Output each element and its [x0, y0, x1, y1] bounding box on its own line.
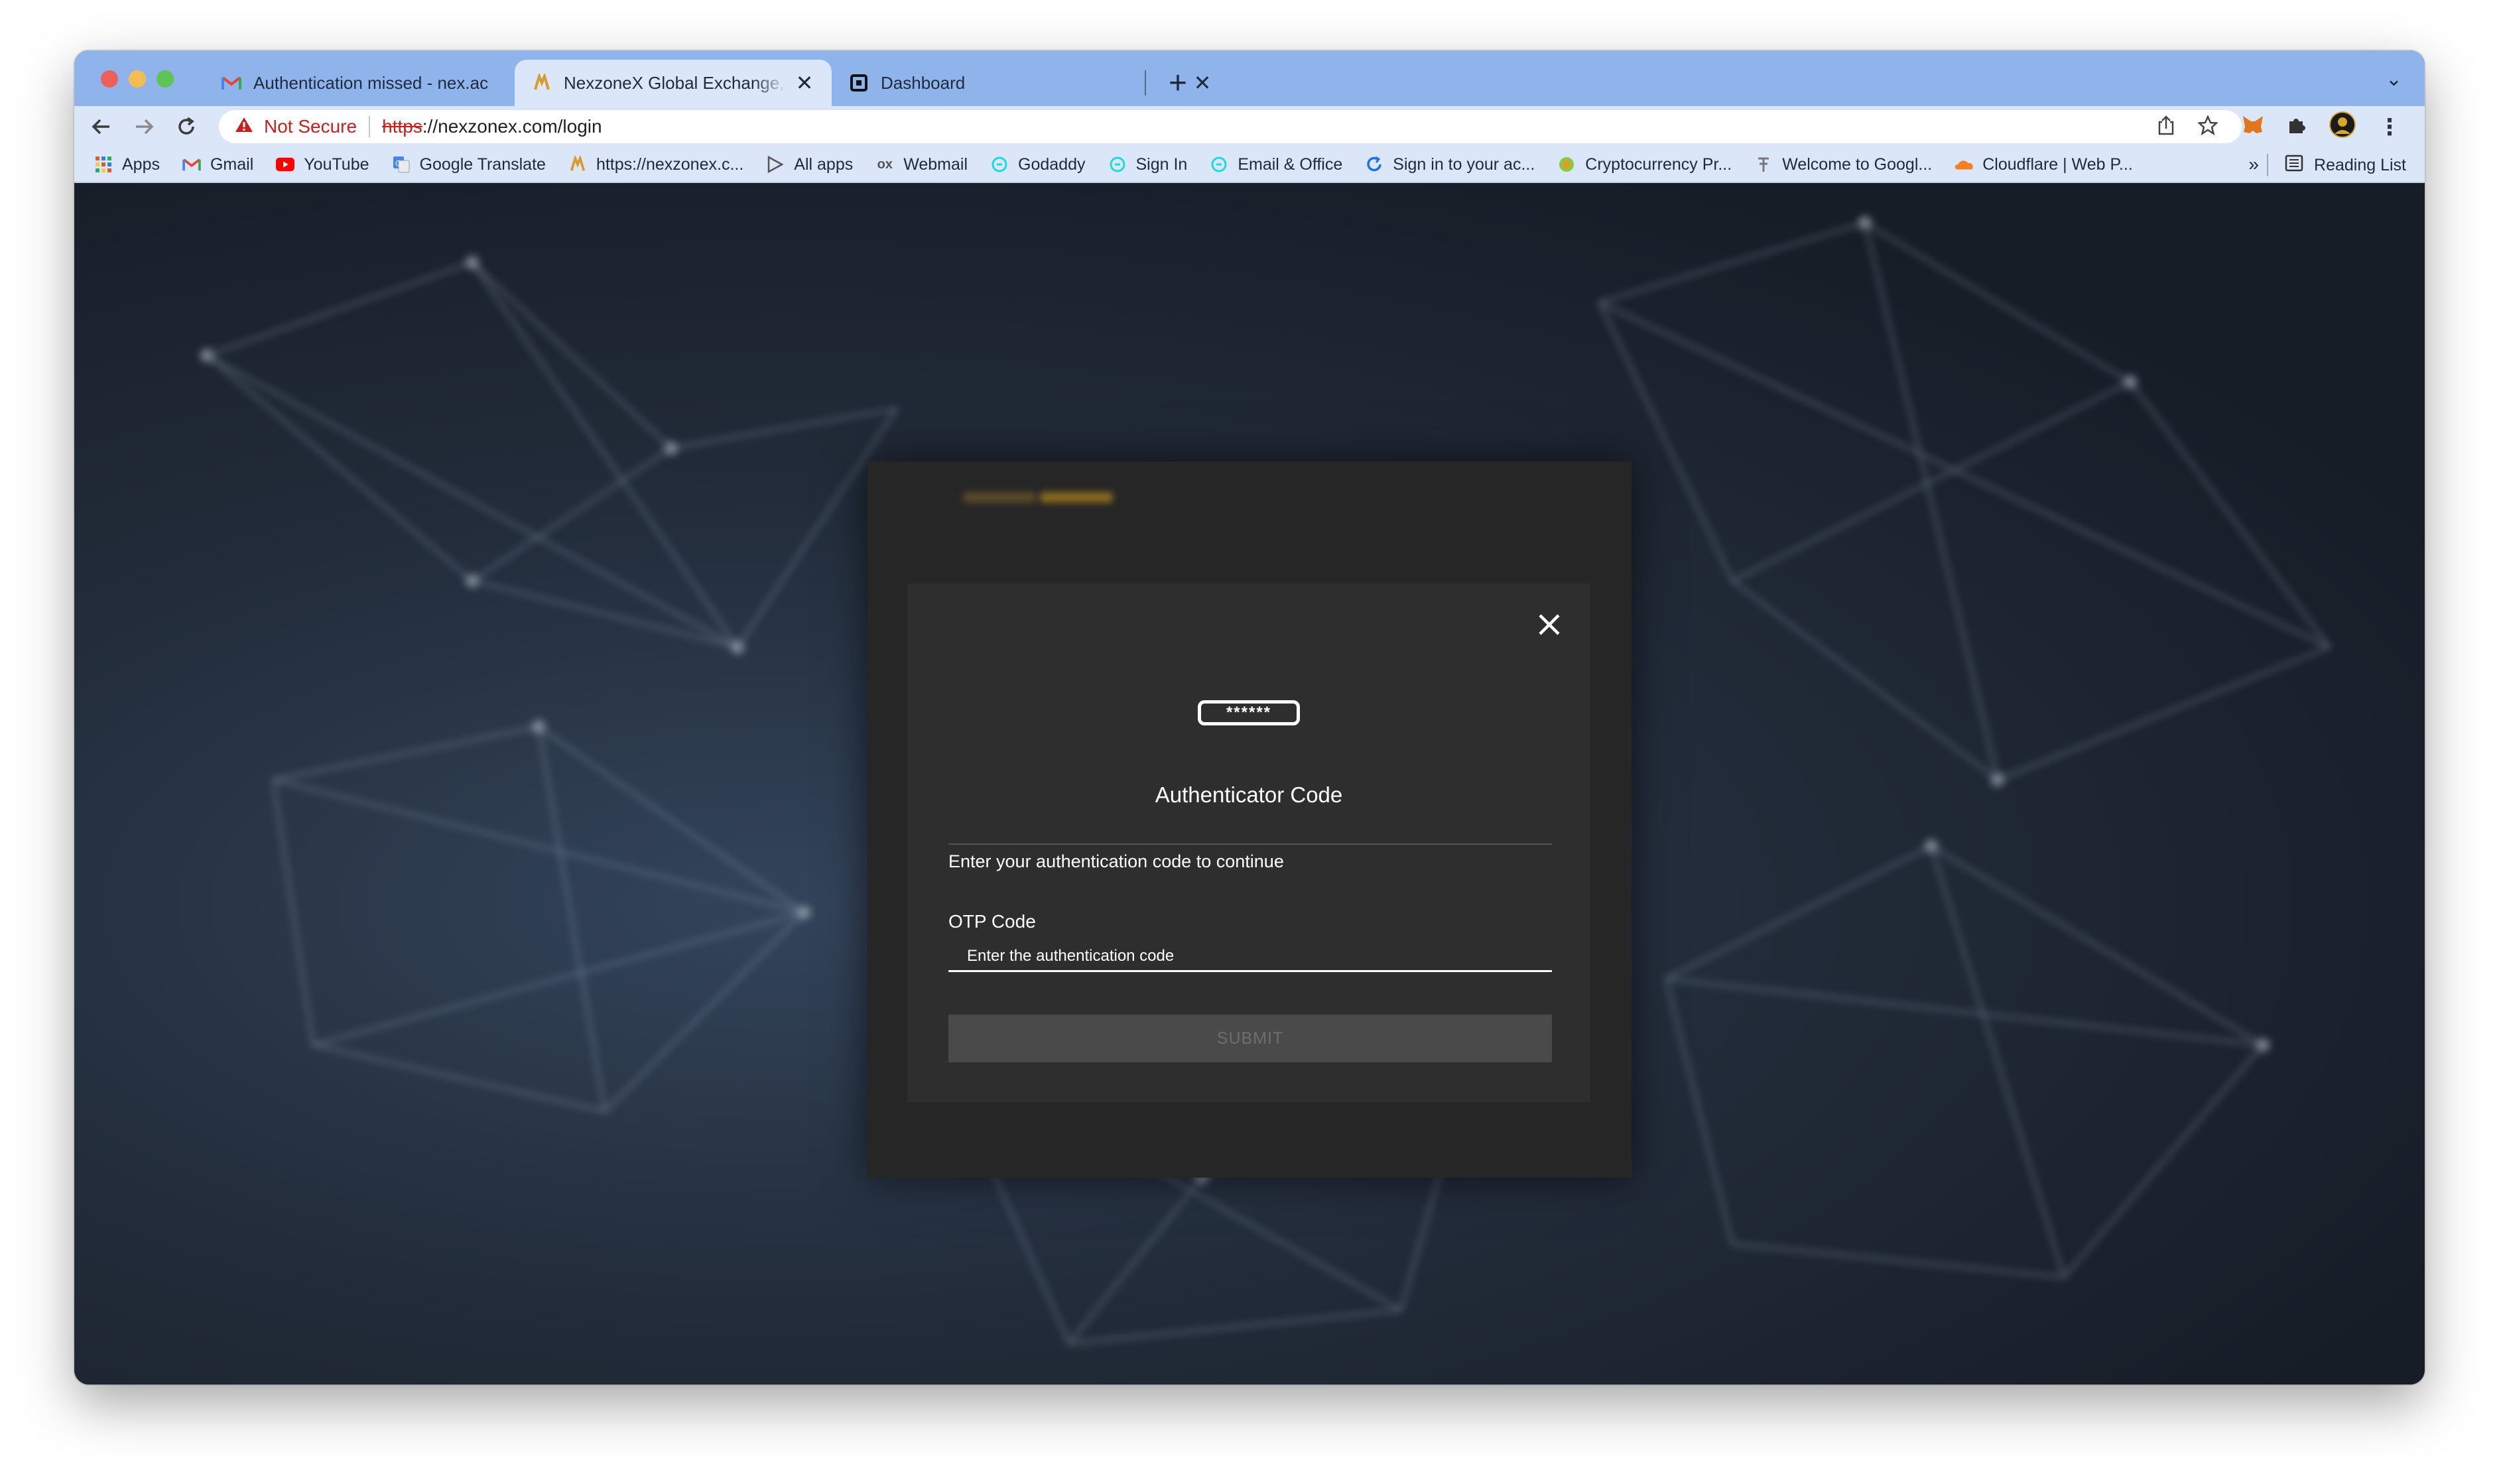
bookmark-all-apps[interactable]: All apps: [766, 155, 853, 174]
translate-icon: G: [392, 155, 411, 174]
url-scheme: https: [382, 116, 422, 137]
nexzonex-icon: [532, 73, 552, 93]
star-icon[interactable]: [2197, 114, 2219, 141]
close-icon[interactable]: [1535, 610, 1564, 639]
apps-grid-icon: [94, 155, 113, 174]
bookmark-google-welcome[interactable]: Welcome to Googl...: [1754, 155, 1932, 174]
bookmark-cloudflare[interactable]: Cloudflare | Web P...: [1954, 155, 2133, 174]
bookmark-apps[interactable]: Apps: [94, 155, 160, 174]
bookmark-label: YouTube: [304, 155, 369, 174]
not-secure-label[interactable]: Not Secure: [264, 116, 357, 137]
password-icon: ******: [1198, 700, 1300, 725]
puzzle-icon[interactable]: [2287, 115, 2307, 140]
url-text: ://nexzonex.com/login: [422, 116, 602, 137]
reload-icon[interactable]: [171, 111, 202, 142]
tab-title: Authentication missed - nex.ac: [253, 72, 489, 93]
godaddy-icon: [1210, 155, 1228, 174]
bookmark-label: Sign in to your ac...: [1393, 155, 1535, 174]
bookmarks-bar: Apps Gmail YouTube G Google Translate ht…: [74, 147, 2425, 183]
bookmarks-separator: [2267, 154, 2268, 176]
youtube-icon: [276, 155, 295, 174]
nexzonex-icon: [568, 155, 587, 174]
bookmark-cryptocurrency[interactable]: Cryptocurrency Pr...: [1557, 155, 1732, 174]
bookmark-label: Apps: [122, 155, 160, 174]
tab-strip: Authentication missed - nex.ac ✕ Nexzone…: [74, 50, 2425, 106]
gmail-icon: [182, 155, 201, 174]
bookmark-gmail[interactable]: Gmail: [182, 155, 253, 174]
bookmark-label: Sign In: [1135, 155, 1188, 174]
bookmark-label: Gmail: [210, 155, 254, 174]
extensions-area: ⋮: [2242, 111, 2401, 143]
square-icon: [849, 73, 869, 93]
webmail-icon: ox: [877, 156, 893, 172]
tab-title: NexzoneX Global Exchange, Bu: [564, 72, 787, 93]
bookmark-label: All apps: [794, 155, 854, 174]
bookmark-google-translate[interactable]: G Google Translate: [392, 155, 546, 174]
back-arrow-icon[interactable]: [86, 111, 117, 142]
bookmark-sign-in[interactable]: Sign In: [1108, 155, 1188, 174]
refresh-blue-icon: [1365, 155, 1383, 174]
authenticator-modal: ****** Authenticator Code Enter your aut…: [907, 584, 1590, 1102]
page-content: ****** Authenticator Code Enter your aut…: [74, 183, 2425, 1385]
address-bar[interactable]: Not Secure https ://nexzonex.com/login: [219, 110, 2242, 143]
bookmark-label: Cloudflare | Web P...: [1982, 155, 2133, 174]
tab-separator: [1145, 70, 1146, 95]
godaddy-icon: [1108, 155, 1127, 174]
otp-input[interactable]: [948, 942, 1552, 972]
metamask-icon[interactable]: [2242, 115, 2264, 140]
avatar[interactable]: [2329, 111, 2356, 143]
tab-nexzonex[interactable]: NexzoneX Global Exchange, Bu ✕: [515, 60, 832, 106]
svg-text:G: G: [395, 159, 401, 168]
modal-title: Authenticator Code: [1155, 782, 1343, 807]
maximize-window-button[interactable]: [157, 70, 174, 88]
omnibox-actions: [2157, 114, 2219, 141]
reading-list-button[interactable]: Reading List: [2285, 147, 2406, 183]
bookmarks-overflow-button[interactable]: »: [2248, 154, 2259, 175]
bookmark-email-office[interactable]: Email & Office: [1210, 155, 1342, 174]
modal-divider: [948, 843, 1552, 845]
submit-button[interactable]: SUBMIT: [948, 1015, 1552, 1062]
bookmark-godaddy[interactable]: Godaddy: [990, 155, 1086, 174]
kebab-menu-icon[interactable]: ⋮: [2378, 114, 2401, 141]
close-window-button[interactable]: [101, 70, 118, 88]
play-icon: [766, 155, 785, 174]
bookmark-nexzonex[interactable]: https://nexzonex.c...: [568, 155, 743, 174]
address-divider: [369, 116, 371, 137]
bookmark-label: Email & Office: [1238, 155, 1343, 174]
new-tab-button[interactable]: +: [1169, 65, 1187, 102]
share-icon[interactable]: [2157, 115, 2175, 141]
bookmark-label: Cryptocurrency Pr...: [1585, 155, 1732, 174]
bookmark-label: Google Translate: [419, 155, 546, 174]
blurred-logo: [963, 489, 1116, 505]
bookmark-label: https://nexzonex.c...: [596, 155, 744, 174]
bookmark-label: Godaddy: [1018, 155, 1086, 174]
browser-window: Authentication missed - nex.ac ✕ Nexzone…: [74, 50, 2425, 1385]
browser-toolbar: Not Secure https ://nexzonex.com/login ⋮: [74, 106, 2425, 147]
bookmark-sign-in-account[interactable]: Sign in to your ac...: [1365, 155, 1535, 174]
reading-list-label: Reading List: [2314, 155, 2406, 174]
bookmark-webmail[interactable]: ox Webmail: [875, 155, 968, 174]
google-icon: [1754, 155, 1773, 174]
bookmark-label: Welcome to Googl...: [1782, 155, 1933, 174]
godaddy-icon: [990, 155, 1009, 174]
forward-arrow-icon[interactable]: [129, 111, 159, 142]
bookmark-label: Webmail: [903, 155, 968, 174]
bookmark-youtube[interactable]: YouTube: [276, 155, 369, 174]
modal-subtitle: Enter your authentication code to contin…: [948, 851, 1284, 871]
warning-icon: [235, 116, 253, 138]
reading-list-icon: [2285, 155, 2303, 176]
otp-label: OTP Code: [948, 911, 1036, 932]
minimize-window-button[interactable]: [129, 70, 146, 88]
gmail-icon: [222, 73, 241, 93]
cloudflare-icon: [1954, 155, 1974, 174]
tab-title: Dashboard: [881, 72, 966, 93]
crypto-icon: [1557, 155, 1576, 174]
tab-close-icon[interactable]: ✕: [795, 70, 814, 95]
chevron-down-icon[interactable]: ⌄: [2386, 68, 2402, 91]
tab-close-icon[interactable]: ✕: [1192, 70, 1212, 95]
